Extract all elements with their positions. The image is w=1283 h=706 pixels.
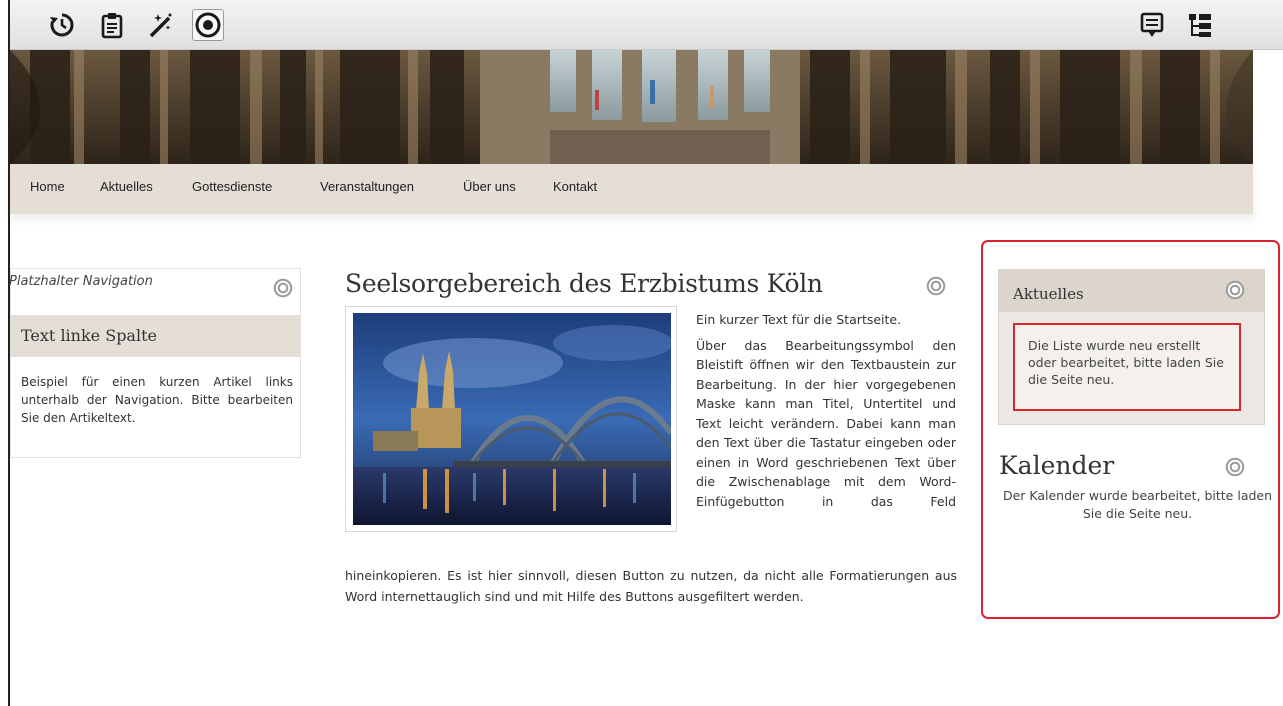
nav-item-kontakt[interactable]: Kontakt [553,179,597,194]
left-column-heading: Text linke Spalte [21,326,157,345]
nav-item-veranstaltungen[interactable]: Veranstaltungen [320,179,414,194]
navigation-placeholder: Platzhalter Navigation [9,274,153,289]
article-image-frame [345,306,677,532]
editor-toolbar [10,0,1283,50]
aktuelles-title: Aktuelles [1013,285,1084,303]
tree-view-icon[interactable] [1184,9,1216,41]
nav-item-ueber-uns[interactable]: Über uns [463,179,516,194]
aktuelles-widget: Aktuelles Die Liste wurde neu erstellt o… [998,269,1265,425]
cologne-cathedral-image [353,313,671,525]
nav-item-gottesdienste[interactable]: Gottesdienste [192,179,272,194]
magic-wand-icon[interactable] [144,9,176,41]
left-column: Platzhalter Navigation Text linke Spalte… [9,268,301,458]
aktuelles-message-highlight: Die Liste wurde neu erstellt oder bearbe… [1013,323,1241,411]
header-banner-image [10,50,1253,164]
article-intro-line: Ein kurzer Text für die Startseite. [696,312,902,327]
edit-target-icon[interactable] [926,276,946,296]
clipboard-icon[interactable] [96,9,128,41]
edit-target-icon[interactable] [1225,280,1245,300]
article-intro-text: Ein kurzer Text für die Startseite. Über… [696,310,956,511]
article-body-text: Über das Bearbeitungssymbol den Bleistif… [696,337,956,509]
nav-item-home[interactable]: Home [30,179,65,194]
edit-target-icon[interactable] [1225,457,1245,477]
aktuelles-message: Die Liste wurde neu erstellt oder bearbe… [1028,338,1224,387]
page-title: Seelsorgebereich des Erzbistums Köln [345,269,823,298]
target-icon[interactable] [192,9,224,41]
list-view-icon[interactable] [1136,9,1168,41]
left-column-text: Beispiel für einen kurzen Artikel links … [21,375,293,425]
article-body-continued: hineinkopieren. Es ist hier sinnvoll, di… [345,568,957,604]
edit-target-icon[interactable] [273,278,293,298]
right-column-highlight: Aktuelles Die Liste wurde neu erstellt o… [981,240,1280,619]
left-heading-bar: Text linke Spalte [11,315,300,357]
kalender-message: Der Kalender wurde bearbeitet, bitte lad… [1002,488,1273,521]
kalender-title: Kalender [999,451,1115,480]
nav-item-aktuelles[interactable]: Aktuelles [100,179,153,194]
main-navigation: Home Aktuelles Gottesdienste Veranstaltu… [10,164,1253,214]
aktuelles-header: Aktuelles [999,270,1264,312]
history-icon[interactable] [46,9,78,41]
